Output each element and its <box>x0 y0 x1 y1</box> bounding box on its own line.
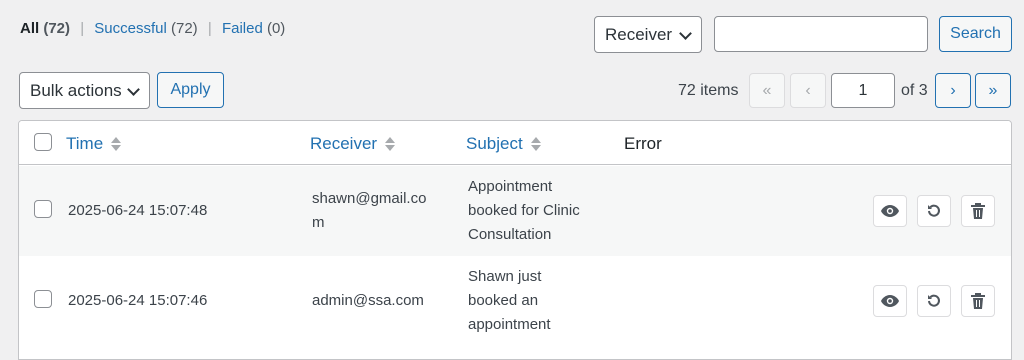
row-receiver: shawn@gmail.co m <box>312 190 427 231</box>
select-all-checkbox[interactable] <box>34 133 52 151</box>
resend-icon <box>928 294 940 307</box>
chevron-down-icon <box>679 29 691 41</box>
table-row: 2025-06-24 15:07:46 admin@ssa.com Shawn … <box>19 256 1011 346</box>
prev-page-button[interactable]: ‹ <box>790 73 826 108</box>
trash-icon <box>971 203 985 219</box>
view-button[interactable] <box>873 195 907 227</box>
column-subject[interactable]: Subject <box>466 134 541 154</box>
items-count: 72 items <box>678 82 739 99</box>
table-header: Time Receiver Subject Error <box>19 121 1011 165</box>
resend-button[interactable] <box>917 285 951 317</box>
resend-button[interactable] <box>917 195 951 227</box>
table-row: 2025-06-24 15:07:48 shawn@gmail.co m App… <box>19 166 1011 256</box>
chevron-down-icon <box>127 85 139 97</box>
column-time[interactable]: Time <box>66 134 122 154</box>
trash-icon <box>971 293 985 309</box>
filter-successful[interactable]: Successful <box>94 20 167 37</box>
total-pages: of 3 <box>901 82 928 99</box>
row-time: 2025-06-24 15:07:48 <box>68 202 208 219</box>
eye-icon <box>881 295 899 307</box>
bulk-actions-select[interactable]: Bulk actions <box>19 72 150 109</box>
search-button[interactable]: Search <box>939 16 1012 52</box>
search-input[interactable] <box>714 16 928 52</box>
email-log-table: Time Receiver Subject Error 2025-06-24 1… <box>18 120 1012 360</box>
row-receiver: admin@ssa.com <box>312 292 424 309</box>
filter-failed[interactable]: Failed <box>222 20 263 37</box>
view-button[interactable] <box>873 285 907 317</box>
row-checkbox[interactable] <box>34 290 52 308</box>
sort-icon <box>111 136 122 152</box>
current-page-input[interactable]: 1 <box>831 73 895 108</box>
resend-icon <box>928 204 940 217</box>
sort-icon <box>385 136 396 152</box>
eye-icon <box>881 205 899 217</box>
first-page-button[interactable]: « <box>749 73 785 108</box>
filter-all[interactable]: All (72) <box>20 20 70 37</box>
apply-button[interactable]: Apply <box>157 72 224 108</box>
delete-button[interactable] <box>961 195 995 227</box>
search-field-select-value: Receiver <box>605 24 673 44</box>
next-page-button[interactable]: › <box>935 73 971 108</box>
bulk-actions-value: Bulk actions <box>30 80 122 100</box>
row-checkbox[interactable] <box>34 200 52 218</box>
column-error: Error <box>624 134 662 153</box>
row-time: 2025-06-24 15:07:46 <box>68 292 208 309</box>
search-field-select[interactable]: Receiver <box>594 16 702 53</box>
row-subject: Shawn just booked an appointment <box>468 268 551 333</box>
delete-button[interactable] <box>961 285 995 317</box>
row-subject: Appointment booked for Clinic Consultati… <box>468 178 580 243</box>
column-receiver[interactable]: Receiver <box>310 134 396 154</box>
last-page-button[interactable]: » <box>975 73 1011 108</box>
status-filters: All (72) | Successful (72) | Failed (0) <box>20 20 286 37</box>
sort-icon <box>530 136 541 152</box>
